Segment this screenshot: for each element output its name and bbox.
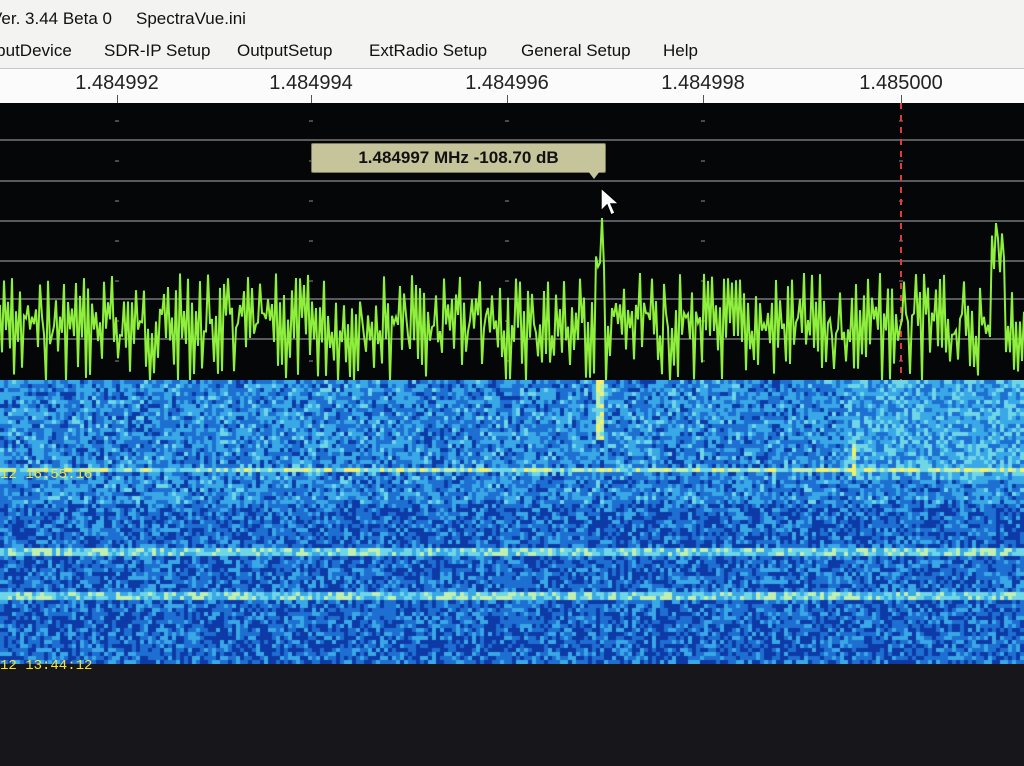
freq-tick-mark [703,95,704,103]
waterfall-timestamp: 12 13:44:12 [0,658,93,674]
waterfall-history-area: 12 13:44:12 [0,658,1024,766]
menu-extradio-setup[interactable]: ExtRadio Setup [369,41,487,61]
waterfall-timestamp: 12 16:55:16 [0,467,93,483]
menu-general-setup[interactable]: General Setup [521,41,631,61]
ini-file-name: SpectraVue.ini [136,9,246,28]
frequency-ruler[interactable]: 1.484992 1.484994 1.484996 1.484998 1.48… [0,68,1024,104]
freq-tick-label: 1.484994 [269,72,353,94]
title-bar: Ver. 3.44 Beta 0 SpectraVue.ini [0,0,1024,36]
freq-tick-label: 1.484992 [75,72,159,94]
menu-bar: InputDevice SDR-IP Setup OutputSetup Ext… [0,36,1024,68]
menu-input-device[interactable]: InputDevice [0,41,72,61]
freq-tick-label: 1.484998 [661,72,745,94]
waterfall-display[interactable] [0,380,1024,664]
menu-sdr-ip-setup[interactable]: SDR-IP Setup [104,41,210,61]
freq-tick-label: 1.484996 [465,72,549,94]
mouse-cursor-icon [600,187,621,216]
tooltip-pointer [588,171,600,179]
app-version: Ver. 3.44 Beta 0 [0,9,112,28]
menu-help[interactable]: Help [663,41,698,61]
freq-tick-mark [507,95,508,103]
freq-tick-mark [311,95,312,103]
freq-tick-mark [117,95,118,103]
menu-output-setup[interactable]: OutputSetup [237,41,332,61]
freq-tick-label: 1.485000 [859,72,943,94]
freq-tick-mark [901,95,902,103]
frequency-readout-tooltip: 1.484997 MHz -108.70 dB [311,143,606,173]
